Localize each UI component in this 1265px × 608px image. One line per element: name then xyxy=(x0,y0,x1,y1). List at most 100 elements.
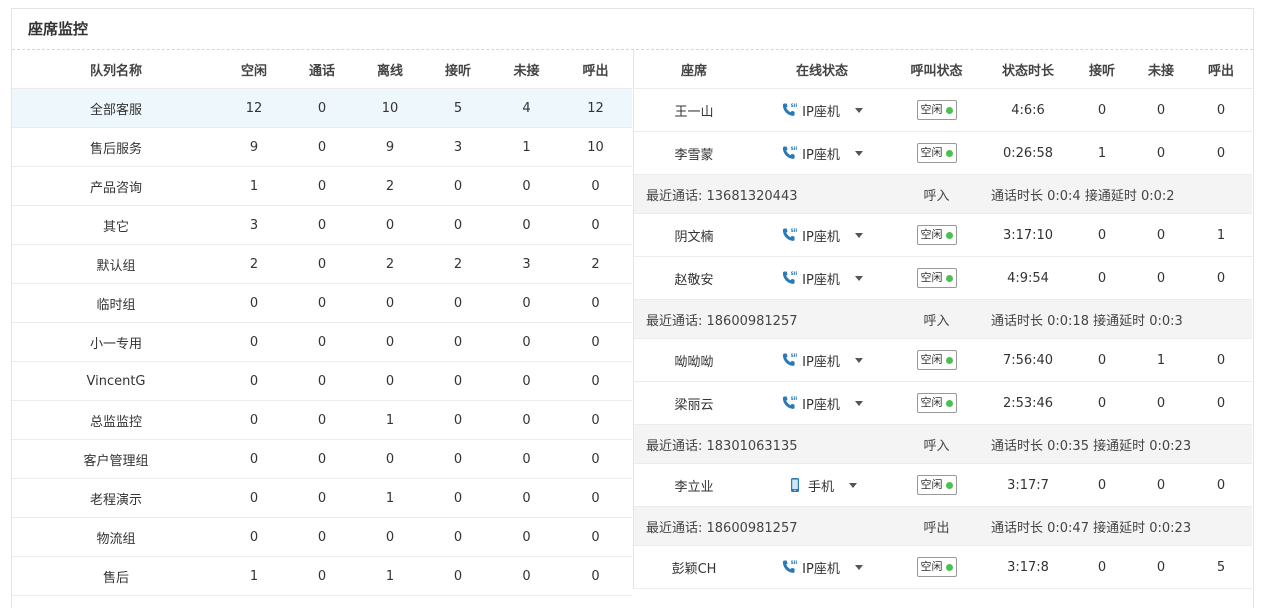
queue-count: 4 xyxy=(522,100,531,116)
queue-name: 小一专用 xyxy=(89,336,142,352)
queue-header-cell[interactable]: 呼出 xyxy=(561,60,630,79)
call-status-label: 空闲 xyxy=(920,396,943,409)
agent-header-cell[interactable]: 未接 xyxy=(1131,60,1191,79)
chevron-down-icon[interactable] xyxy=(854,107,863,113)
queue-row[interactable]: 总监监控 0 0 1 0 0 0 xyxy=(12,401,632,440)
online-status-select[interactable]: SIP IP座机 xyxy=(754,101,890,120)
missed-count: 1 xyxy=(1156,352,1166,368)
agent-name: 彭颖CH xyxy=(671,561,717,577)
outgoing-count: 5 xyxy=(1216,559,1226,575)
queue-header-cell[interactable]: 接听 xyxy=(424,60,492,79)
agent-header-cell[interactable]: 在线状态 xyxy=(754,60,890,79)
call-status-cell: 空闲 xyxy=(890,557,983,577)
queue-row[interactable]: 物流组 0 0 0 0 0 0 xyxy=(12,518,632,557)
queue-count: 0 xyxy=(591,568,600,584)
queue-count: 0 xyxy=(249,373,259,389)
online-status-wrap: SIP IP座机 xyxy=(754,269,890,288)
answered-count: 0 xyxy=(1097,227,1107,243)
queue-row[interactable]: 临时组 0 0 0 0 0 0 xyxy=(12,284,632,323)
recent-call-number: 最近通话: 18600981257 xyxy=(646,313,798,329)
queue-count: 0 xyxy=(522,295,531,311)
ip-phone-icon: SIP xyxy=(781,270,800,286)
agent-header-cell[interactable]: 呼叫状态 xyxy=(890,60,983,79)
chevron-down-icon[interactable] xyxy=(854,564,863,570)
status-dot-icon xyxy=(945,563,953,571)
queue-count: 0 xyxy=(385,373,395,389)
queue-row[interactable]: 默认组 2 0 2 2 3 2 xyxy=(12,245,632,284)
agent-header-cell[interactable]: 接听 xyxy=(1073,60,1131,79)
online-status-select[interactable]: SIP IP座机 xyxy=(754,269,890,288)
queue-header-cell[interactable]: 离线 xyxy=(356,60,424,79)
agent-header-cell[interactable]: 呼出 xyxy=(1191,60,1251,79)
queue-count: 0 xyxy=(453,217,463,233)
queue-count: 1 xyxy=(385,412,395,428)
queue-count: 0 xyxy=(385,451,395,467)
agent-row[interactable]: 李立业 手机 空闲 3:17:7 0 0 0 xyxy=(634,464,1252,507)
chevron-down-icon[interactable] xyxy=(854,232,863,238)
outgoing-count: 0 xyxy=(1216,270,1226,286)
queue-header-cell[interactable]: 未接 xyxy=(492,60,561,79)
online-status-select[interactable]: SIP IP座机 xyxy=(754,558,890,577)
outgoing-count: 0 xyxy=(1216,477,1226,493)
agent-row[interactable]: 彭颖CH SIP IP座机 空闲 3:17:8 0 0 5 xyxy=(634,546,1252,589)
agent-row[interactable]: 呦呦呦 SIP IP座机 空闲 7:56:40 0 1 0 xyxy=(634,339,1252,382)
chevron-down-icon[interactable] xyxy=(854,275,863,281)
queue-row[interactable]: 客户管理组 0 0 0 0 0 0 xyxy=(12,440,632,479)
chevron-down-icon[interactable] xyxy=(854,357,863,363)
online-status-label: IP座机 xyxy=(802,229,840,245)
queue-count: 0 xyxy=(522,217,531,233)
ip-phone-icon: SIP xyxy=(781,352,800,368)
queue-row[interactable]: 老程演示 0 0 1 0 0 0 xyxy=(12,479,632,518)
status-duration: 4:6:6 xyxy=(1011,102,1045,118)
queue-count: 0 xyxy=(591,295,600,311)
online-status-select[interactable]: SIP IP座机 xyxy=(754,351,890,370)
queue-row[interactable]: 全部客服 12 0 10 5 4 12 xyxy=(12,89,632,128)
queue-count: 0 xyxy=(453,334,463,350)
agent-monitor-panel: 座席监控 队列名称 空闲 通话 离线 接听 未接 呼出 全部客服 12 0 10 5 4 12 售后服务 9 0… xyxy=(11,8,1254,608)
queue-count: 0 xyxy=(385,334,395,350)
queue-count: 1 xyxy=(522,139,531,155)
queue-row[interactable]: 售后服务 9 0 9 3 1 10 xyxy=(12,128,632,167)
queue-header-cell[interactable]: 队列名称 xyxy=(12,60,220,79)
online-status-select[interactable]: SIP IP座机 xyxy=(754,226,890,245)
online-status-label: IP座机 xyxy=(802,561,840,577)
outgoing-count: 0 xyxy=(1216,395,1226,411)
queue-header-cell[interactable]: 通话 xyxy=(288,60,356,79)
queue-row[interactable]: 小一专用 0 0 0 0 0 0 xyxy=(12,323,632,362)
call-status-cell: 空闲 xyxy=(890,143,983,163)
online-status-select[interactable]: SIP IP座机 xyxy=(754,394,890,413)
chevron-down-icon[interactable] xyxy=(854,400,863,406)
online-status-select[interactable]: 手机 xyxy=(754,476,890,495)
chevron-down-icon[interactable] xyxy=(849,482,857,488)
agent-header-cell[interactable]: 状态时长 xyxy=(983,60,1073,79)
recent-call-row: 最近通话: 18600981257 呼入 通话时长 0:0:18 接通延时 0:0:… xyxy=(634,300,1252,339)
queue-row[interactable]: VincentG 0 0 0 0 0 0 xyxy=(12,362,632,401)
status-duration: 2:53:46 xyxy=(1002,395,1054,411)
agent-row[interactable]: 阴文楠 SIP IP座机 空闲 3:17:10 0 0 1 xyxy=(634,214,1252,257)
queue-header-cell[interactable]: 空闲 xyxy=(220,60,288,79)
queue-row[interactable]: 售后 1 0 1 0 0 0 xyxy=(12,557,632,596)
queue-count: 0 xyxy=(591,451,600,467)
queue-row[interactable]: 产品咨询 1 0 2 0 0 0 xyxy=(12,167,632,206)
agent-row[interactable]: 李雪蒙 SIP IP座机 空闲 0:26:58 1 0 0 xyxy=(634,132,1252,175)
queue-count: 0 xyxy=(249,334,259,350)
chevron-down-icon[interactable] xyxy=(854,150,863,156)
queue-count: 0 xyxy=(453,490,463,506)
online-status-select[interactable]: SIP IP座机 xyxy=(754,144,890,163)
queue-table: 队列名称 空闲 通话 离线 接听 未接 呼出全部客服 12 0 10 5 4 12 售后服务 9 0 9 3 1 10… xyxy=(12,50,632,596)
queue-count: 2 xyxy=(385,256,395,272)
queue-count: 1 xyxy=(385,490,395,506)
queue-row[interactable]: 其它 3 0 0 0 0 0 xyxy=(12,206,632,245)
agent-row[interactable]: 梁丽云 SIP IP座机 空闲 2:53:46 0 0 0 xyxy=(634,382,1252,425)
agent-row[interactable]: 赵敬安 SIP IP座机 空闲 4:9:54 0 0 0 xyxy=(634,257,1252,300)
agent-header-cell[interactable]: 座席 xyxy=(634,60,754,79)
recent-call-direction: 呼入 xyxy=(923,188,950,204)
agent-row[interactable]: 王一山 SIP IP座机 空闲 4:6:6 0 0 0 xyxy=(634,89,1252,132)
answered-count: 0 xyxy=(1097,270,1107,286)
recent-call-number: 最近通话: 18600981257 xyxy=(646,520,798,536)
status-duration: 7:56:40 xyxy=(1002,352,1054,368)
queue-count: 0 xyxy=(591,529,600,545)
queue-count: 0 xyxy=(453,568,463,584)
queue-count: 0 xyxy=(591,178,600,194)
recent-call-row: 最近通话: 18301063135 呼入 通话时长 0:0:35 接通延时 0:0:… xyxy=(634,425,1252,464)
